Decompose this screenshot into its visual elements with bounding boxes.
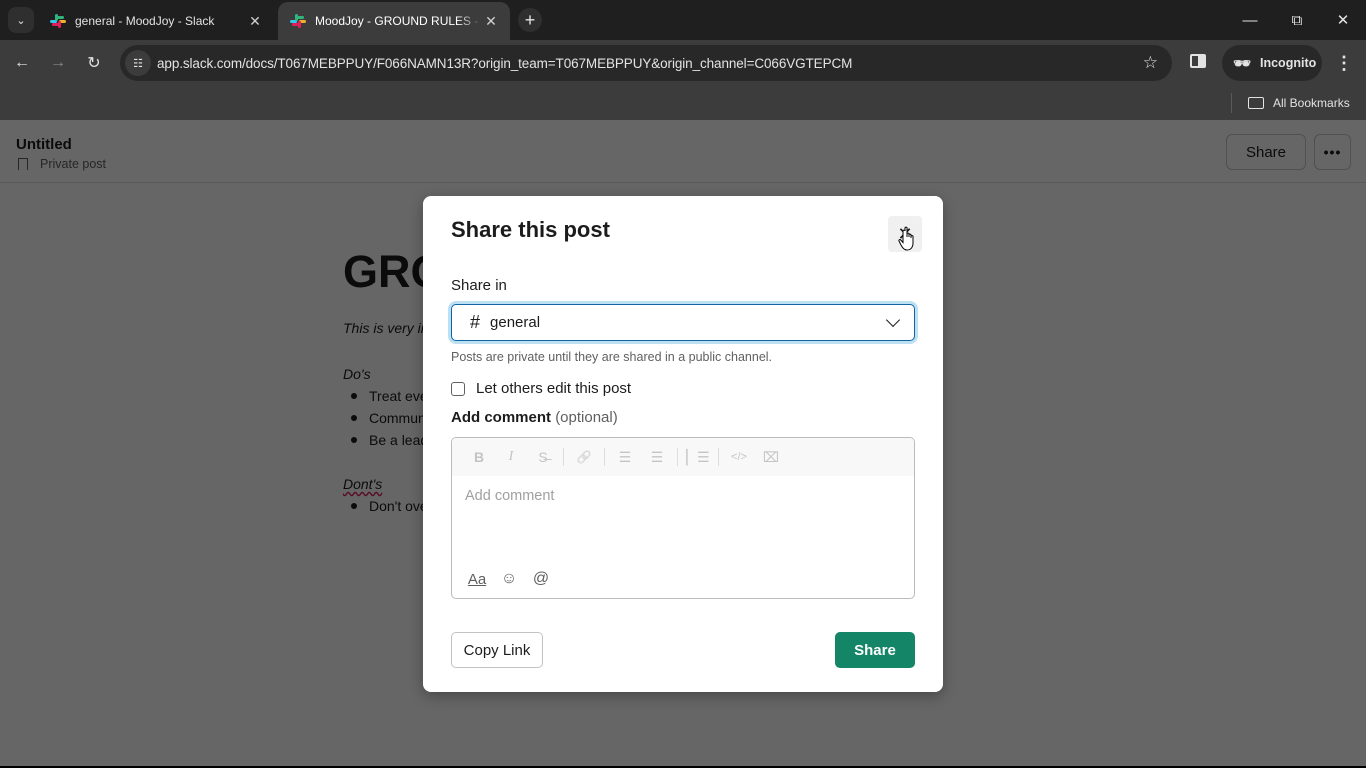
add-comment-label: Add comment (optional)	[451, 409, 618, 426]
share-post-dialog: Share this post ✕ Share in # general Pos…	[423, 196, 943, 692]
incognito-label: Incognito	[1260, 56, 1317, 70]
add-comment-optional: (optional)	[555, 409, 618, 426]
tab-title: MoodJoy - GROUND RULES - Slack	[315, 14, 482, 28]
link-icon: 🔗	[576, 450, 592, 464]
browser-tab-ground-rules[interactable]: MoodJoy - GROUND RULES - Slack ✕	[278, 2, 510, 40]
plus-icon: +	[524, 10, 536, 30]
formatting-toggle-button[interactable]: Aa	[464, 566, 490, 592]
formatting-toolbar: B I S̶ 🔗 ☰ ☰ ▏☰ </> ⌧	[452, 438, 914, 476]
slack-favicon-icon	[290, 13, 306, 29]
close-icon: ✕	[1336, 12, 1350, 29]
star-icon[interactable]: ☆	[1143, 53, 1158, 73]
tab-close-icon[interactable]: ✕	[482, 12, 500, 30]
ordered-list-icon: ☰	[618, 448, 632, 465]
browser-menu-button[interactable]: ⋮	[1334, 51, 1354, 75]
incognito-icon: 🕶	[1233, 54, 1251, 71]
reload-button[interactable]: ↻	[82, 51, 106, 75]
let-others-edit-option[interactable]: Let others edit this post	[451, 380, 631, 397]
bookmarks-bar: All Bookmarks	[0, 86, 1366, 120]
share-in-label: Share in	[451, 277, 507, 294]
bold-icon: B	[473, 449, 485, 465]
blockquote-icon: ▏☰	[686, 448, 710, 465]
site-info-button[interactable]: ☷	[125, 50, 151, 76]
dialog-title: Share this post	[451, 217, 610, 242]
tab-close-icon[interactable]: ✕	[246, 12, 264, 30]
let-others-edit-label[interactable]: Let others edit this post	[476, 380, 631, 397]
chevron-down-icon	[885, 312, 901, 328]
new-tab-button[interactable]: +	[518, 8, 542, 32]
code-icon: </>	[731, 451, 747, 463]
emoji-button[interactable]: ☺	[496, 566, 522, 592]
dialog-close-button[interactable]: ✕	[888, 216, 922, 252]
bookmarks-separator	[1231, 93, 1232, 113]
channel-select-value: general	[490, 314, 541, 331]
ordered-list-button[interactable]: ☰	[612, 444, 638, 470]
blockquote-button[interactable]: ▏☰	[685, 444, 711, 470]
browser-toolbar: ← → ↻ ☷ app.slack.com/docs/T067MEBPPUY/F…	[0, 40, 1366, 86]
bulleted-list-icon: ☰	[650, 448, 664, 465]
let-others-edit-checkbox[interactable]	[451, 381, 465, 396]
toolbar-divider	[604, 448, 605, 466]
browser-tab-general[interactable]: general - MoodJoy - Slack ✕	[38, 2, 274, 40]
forward-button[interactable]: →	[46, 51, 70, 75]
strikethrough-icon: S̶	[538, 449, 548, 465]
tune-icon: ☷	[133, 57, 143, 70]
italic-icon: I	[508, 449, 514, 464]
link-button[interactable]: 🔗	[571, 444, 597, 470]
side-panel-icon[interactable]	[1190, 54, 1206, 68]
incognito-badge[interactable]: 🕶 Incognito	[1222, 45, 1322, 81]
comment-composer[interactable]: B I S̶ 🔗 ☰ ☰ ▏☰ </> ⌧ Add comment Aa ☺ @	[451, 437, 915, 599]
toolbar-divider	[677, 448, 678, 466]
toolbar-divider	[718, 448, 719, 466]
restore-button[interactable]: ⧉	[1285, 8, 1309, 32]
bulleted-list-button[interactable]: ☰	[644, 444, 670, 470]
address-bar[interactable]: ☷ app.slack.com/docs/T067MEBPPUY/F066NAM…	[120, 45, 1172, 81]
minimize-icon: —	[1242, 11, 1258, 29]
window-close-button[interactable]: ✕	[1331, 8, 1355, 32]
copy-link-button[interactable]: Copy Link	[451, 632, 543, 668]
formatting-toggle-icon: Aa	[467, 570, 487, 588]
arrow-right-icon: →	[50, 54, 66, 71]
tab-title: general - MoodJoy - Slack	[75, 14, 215, 28]
toolbar-divider	[563, 448, 564, 466]
add-comment-title: Add comment	[451, 409, 552, 426]
bold-button[interactable]: B	[466, 444, 492, 470]
all-bookmarks-button[interactable]: All Bookmarks	[1248, 92, 1350, 114]
code-button[interactable]: </>	[726, 444, 752, 470]
back-button[interactable]: ←	[10, 51, 34, 75]
code-block-button[interactable]: ⌧	[758, 444, 784, 470]
arrow-left-icon: ←	[14, 54, 30, 71]
kebab-icon: ⋮	[1335, 52, 1353, 73]
privacy-hint: Posts are private until they are shared …	[451, 350, 773, 364]
emoji-icon: ☺	[500, 570, 518, 587]
channel-select[interactable]: # general	[451, 304, 915, 341]
code-block-icon: ⌧	[762, 448, 780, 465]
chevron-down-icon: ⌄	[16, 14, 26, 27]
hash-icon: #	[470, 312, 481, 332]
reload-icon: ↻	[87, 55, 101, 72]
all-bookmarks-label: All Bookmarks	[1273, 96, 1350, 110]
minimize-button[interactable]: —	[1238, 8, 1262, 32]
italic-button[interactable]: I	[498, 444, 524, 470]
browser-tab-strip: ⌄ general - MoodJoy - Slack ✕ MoodJoy - …	[0, 0, 1366, 40]
mention-icon: @	[532, 570, 550, 587]
comment-input[interactable]: Add comment	[465, 488, 554, 504]
share-button[interactable]: Share	[835, 632, 915, 668]
close-icon: ✕	[897, 223, 913, 244]
strikethrough-button[interactable]: S̶	[530, 444, 556, 470]
url-text[interactable]: app.slack.com/docs/T067MEBPPUY/F066NAMN1…	[157, 56, 852, 71]
composer-actions: Aa ☺ @	[464, 566, 560, 592]
mention-button[interactable]: @	[528, 566, 554, 592]
slack-favicon-icon	[50, 13, 66, 29]
tab-search-button[interactable]: ⌄	[8, 7, 34, 33]
folder-icon	[1248, 97, 1264, 109]
restore-icon: ⧉	[1291, 11, 1303, 29]
